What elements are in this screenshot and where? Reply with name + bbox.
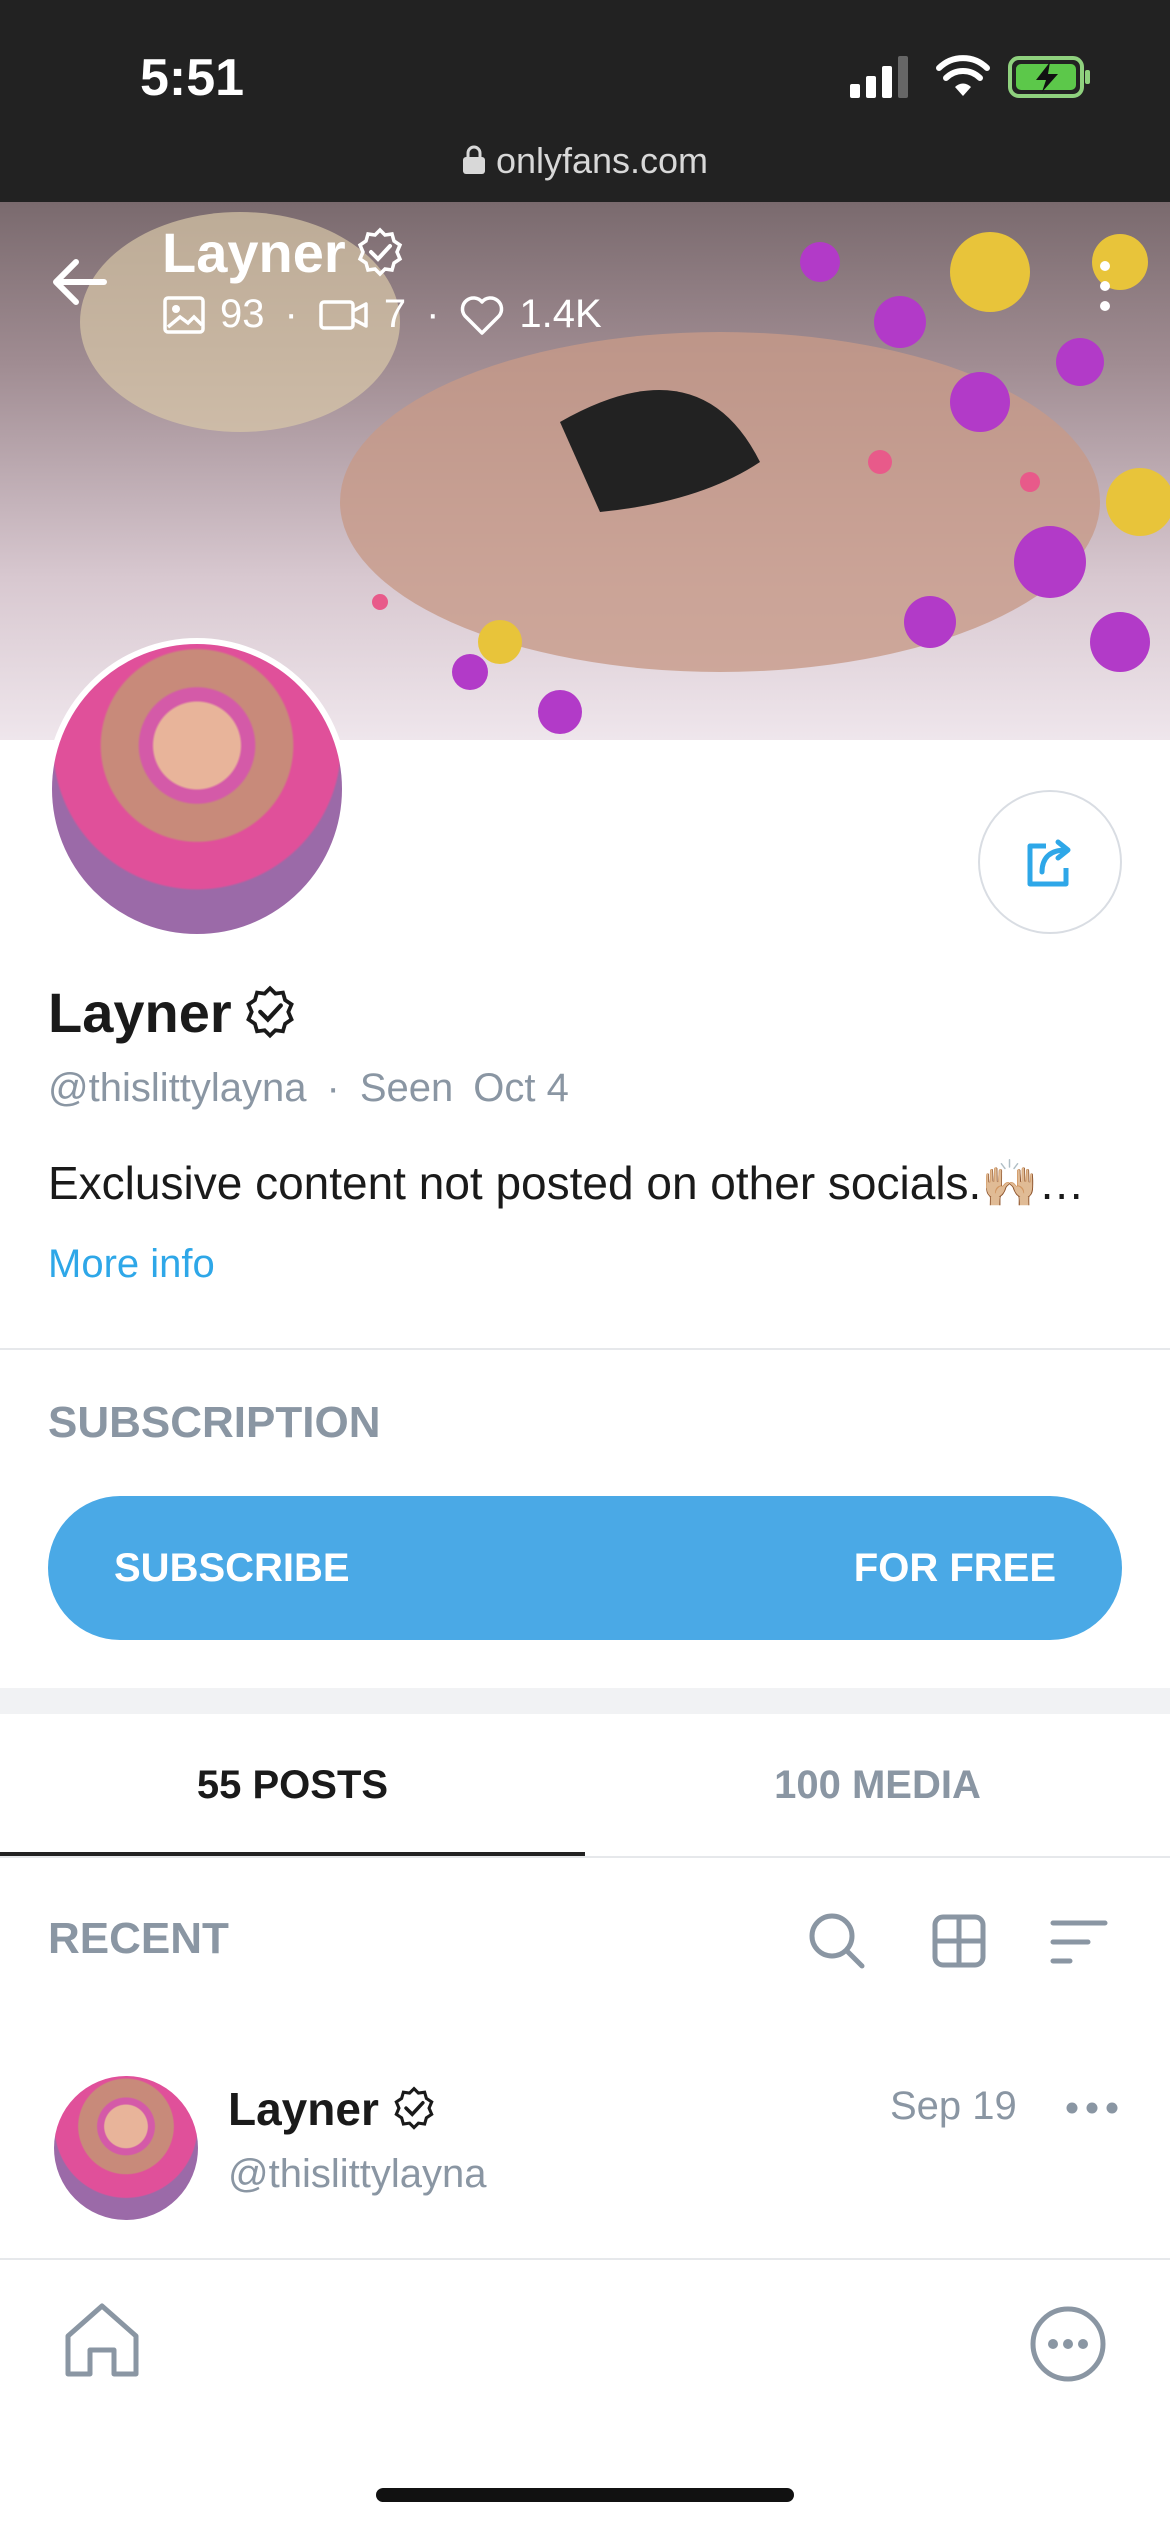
- profile-avatar[interactable]: [46, 638, 348, 940]
- likes-count: 1.4K: [519, 292, 602, 336]
- cellular-signal-icon: [850, 56, 908, 98]
- battery-charging-icon: [1008, 56, 1090, 98]
- post-author-handle: @thislittylayna: [228, 2152, 487, 2196]
- profile-name-text: Layner: [48, 981, 232, 1044]
- home-indicator: [376, 2488, 794, 2502]
- status-time: 5:51: [140, 49, 245, 107]
- post-author-avatar[interactable]: [54, 2076, 198, 2220]
- tab-posts[interactable]: 55 POSTS: [0, 1714, 585, 1856]
- verified-badge-icon: [245, 985, 294, 1038]
- status-bar: 5:51 onlyfans.com: [0, 0, 1170, 202]
- meta-separator: ·: [326, 1066, 340, 1110]
- wifi-icon: [936, 55, 990, 96]
- verified-badge-icon: [357, 227, 402, 276]
- video-icon: [319, 299, 368, 330]
- tab-media[interactable]: 100 MEDIA: [585, 1714, 1170, 1856]
- profile-name: Layner: [48, 980, 298, 1045]
- url-text: onlyfans.com: [495, 140, 709, 181]
- url-bar[interactable]: onlyfans.com: [0, 140, 1170, 184]
- divider: [0, 1856, 1170, 1858]
- recent-label: RECENT: [48, 1914, 229, 1963]
- more-options-icon[interactable]: [1090, 258, 1120, 314]
- lock-icon: [462, 142, 486, 184]
- videos-count: 7: [383, 292, 407, 336]
- profile-handle: @thislittylayna: [48, 1066, 307, 1110]
- share-icon: [1027, 839, 1071, 887]
- share-button[interactable]: [978, 790, 1122, 934]
- seen-date: Oct 4: [473, 1066, 569, 1110]
- subscription-label: SUBSCRIPTION: [48, 1398, 381, 1447]
- heart-icon: [461, 295, 504, 335]
- back-arrow-icon[interactable]: [52, 254, 108, 310]
- subscribe-button[interactable]: SUBSCRIBE FOR FREE: [48, 1496, 1122, 1640]
- post-author-name[interactable]: Layner: [228, 2082, 437, 2136]
- seen-label: Seen: [359, 1066, 454, 1110]
- subscribe-label: SUBSCRIBE: [114, 1545, 350, 1590]
- home-icon[interactable]: [60, 2300, 144, 2380]
- verified-badge-icon: [394, 2086, 434, 2130]
- cover-username-text: Layner: [162, 221, 346, 284]
- photos-count: 93: [220, 292, 265, 336]
- cover-username: Layner: [162, 220, 406, 285]
- profile-bio: Exclusive content not posted on other so…: [48, 1157, 1085, 1209]
- subscribe-price: FOR FREE: [853, 1545, 1056, 1590]
- grid-view-icon[interactable]: [932, 1914, 986, 1968]
- divider: [0, 1348, 1170, 1350]
- post-options-icon[interactable]: [1064, 2098, 1120, 2118]
- section-gap: [0, 1688, 1170, 1714]
- stats-separator: ·: [284, 292, 298, 336]
- more-info-link[interactable]: More info: [48, 1242, 215, 1287]
- search-icon[interactable]: [806, 1910, 866, 1970]
- post-date: Sep 19: [890, 2084, 1017, 2128]
- more-menu-icon[interactable]: [1028, 2304, 1108, 2384]
- stats-separator: ·: [426, 292, 440, 336]
- photo-icon: [163, 295, 205, 334]
- cover-stats: 93 · 7 · 1.4K: [162, 292, 602, 337]
- profile-meta: @thislittylayna · Seen Oct 4: [48, 1066, 569, 1111]
- post-author-name-text: Layner: [228, 2083, 379, 2135]
- sort-icon[interactable]: [1050, 1918, 1108, 1966]
